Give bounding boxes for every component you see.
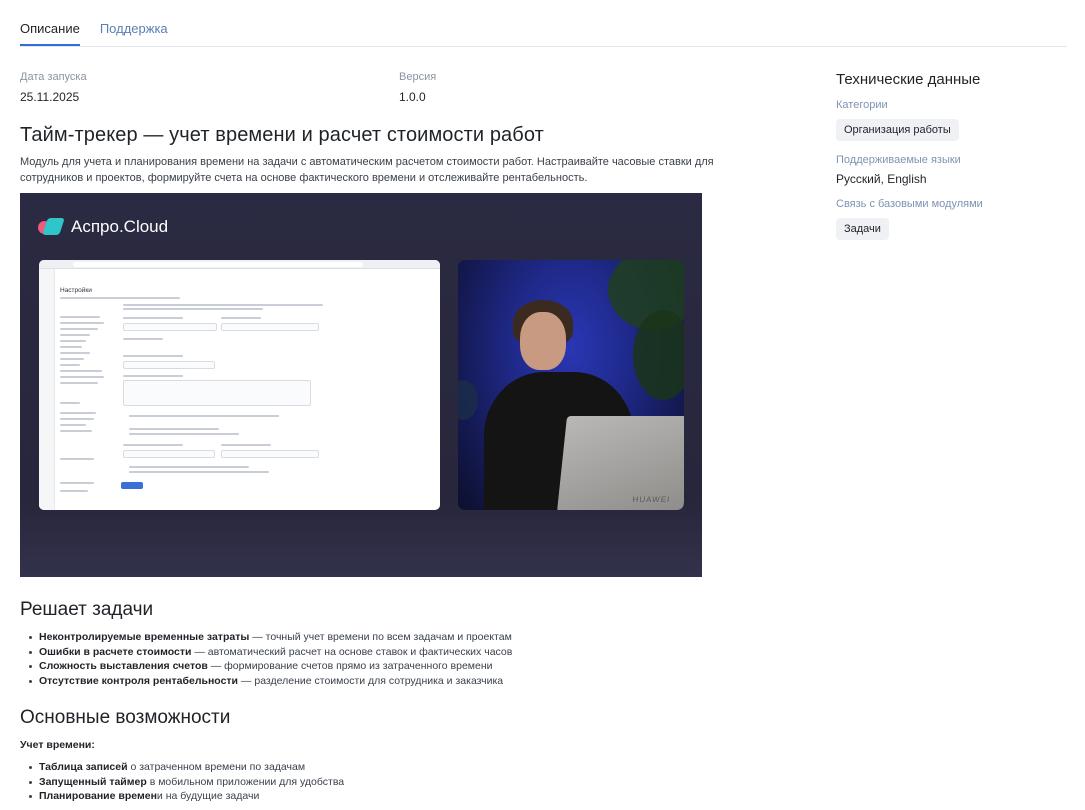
page-title: Тайм-трекер — учет времени и расчет стои…	[20, 124, 544, 146]
speaker-video: HUAWEI	[458, 260, 684, 510]
version-label: Версия	[399, 71, 437, 83]
screen-title: Настройки	[60, 287, 92, 294]
category-chip[interactable]: Организация работы	[836, 119, 959, 141]
video-screen-capture: Настройки	[39, 260, 440, 510]
list-item: Планирование времени на будущие задачи	[27, 789, 344, 804]
tech-data-title: Технические данные	[836, 71, 981, 88]
list-item: Таблица записей о затраченном времени по…	[27, 760, 344, 775]
video-logo: Аспро.Cloud	[38, 217, 168, 237]
features-subheading: Учет времени:	[20, 739, 95, 751]
list-item: Ошибки в расчете стоимости — автоматичес…	[27, 645, 512, 660]
list-item: Запущенный таймер в мобильном приложении…	[27, 775, 344, 790]
launch-date-value: 25.11.2025	[20, 90, 80, 104]
page-description: Модуль для учета и планирования времени …	[20, 156, 714, 184]
list-item: Сложность выставления счетов — формирова…	[27, 659, 512, 674]
list-item: Отсутствие контроля рентабельности — раз…	[27, 674, 512, 689]
module-chip[interactable]: Задачи	[836, 218, 889, 240]
demo-video[interactable]: Аспро.Cloud Настройки HUAWEI	[20, 193, 702, 577]
launch-date-label: Дата запуска	[20, 71, 87, 83]
aspro-logo-icon	[38, 218, 65, 236]
tabs-bar: Описание Поддержка	[20, 0, 1067, 47]
tab-support[interactable]: Поддержка	[100, 0, 168, 46]
laptop-image: HUAWEI	[556, 416, 684, 510]
problems-heading: Решает задачи	[20, 599, 154, 620]
list-item: Неконтролируемые временные затраты — точ…	[27, 630, 512, 645]
features-list: Таблица записей о затраченном времени по…	[27, 760, 344, 804]
languages-label: Поддерживаемые языки	[836, 154, 961, 166]
version-value: 1.0.0	[399, 90, 426, 104]
languages-value: Русский, English	[836, 172, 927, 186]
problems-list: Неконтролируемые временные затраты — точ…	[27, 630, 512, 688]
tab-description[interactable]: Описание	[20, 0, 80, 46]
categories-label: Категории	[836, 99, 888, 111]
modules-label: Связь с базовыми модулями	[836, 198, 983, 210]
video-logo-text: Аспро.Cloud	[71, 217, 169, 236]
features-heading: Основные возможности	[20, 707, 231, 728]
